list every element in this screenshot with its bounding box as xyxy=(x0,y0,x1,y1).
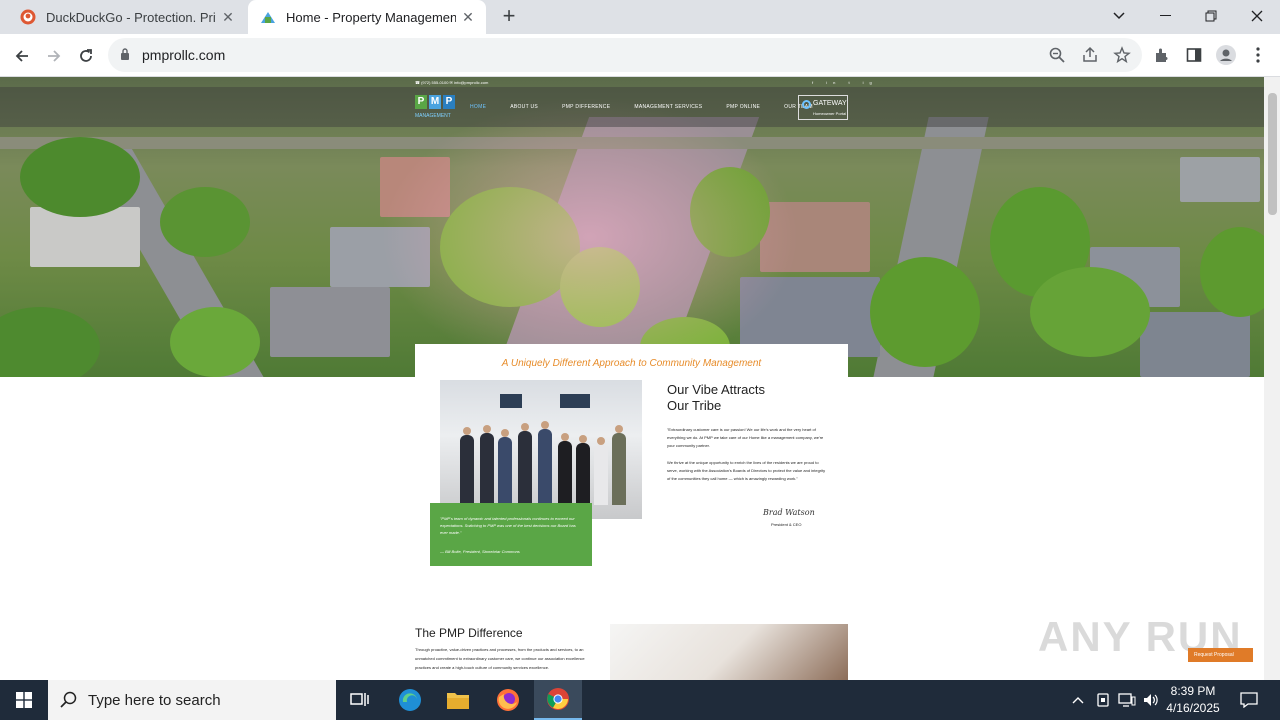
file-explorer-icon[interactable] xyxy=(434,680,482,720)
device-icon[interactable] xyxy=(1092,680,1114,720)
tab-strip: DuckDuckGo - Protection. Privacy ✕ Home … xyxy=(0,0,1280,34)
notifications-icon[interactable] xyxy=(1234,680,1264,720)
close-tab-icon[interactable]: ✕ xyxy=(460,9,476,25)
lock-icon xyxy=(121,48,129,60)
request-proposal-button[interactable]: Request Proposal xyxy=(1188,648,1253,662)
vibe-heading: Our Vibe Attracts Our Tribe xyxy=(667,382,765,414)
screen: DuckDuckGo - Protection. Privacy ✕ Home … xyxy=(0,0,1280,720)
clock-time: 8:39 PM xyxy=(1170,684,1216,698)
house-map-icon xyxy=(261,12,275,23)
web-page: ☎ (972) 555-0100 ✉ info@pmprollc.com f i… xyxy=(0,77,1264,680)
windows-logo-icon xyxy=(16,692,32,708)
show-hidden-icons[interactable] xyxy=(1068,680,1088,720)
restore-button[interactable] xyxy=(1188,0,1234,32)
forward-button[interactable] xyxy=(41,43,67,69)
share-icon[interactable] xyxy=(1081,46,1099,64)
sun-glow xyxy=(380,97,800,377)
nav-pmp-online[interactable]: PMP ONLINE xyxy=(726,104,760,110)
logo-letter: P xyxy=(443,95,455,109)
gateway-title: GATEWAY xyxy=(813,100,847,107)
gateway-subtitle: Homeowner Portal xyxy=(813,111,847,116)
taskbar-clock[interactable]: 8:39 PM 4/16/2025 xyxy=(1158,683,1228,717)
vibe-line-2: Our Tribe xyxy=(667,398,722,413)
vibe-line-1: Our Vibe Attracts xyxy=(667,382,766,397)
back-button[interactable] xyxy=(9,43,35,69)
office-screen xyxy=(560,394,590,408)
firefox-icon[interactable] xyxy=(484,680,532,720)
close-tab-icon[interactable]: ✕ xyxy=(220,9,236,25)
extensions-icon[interactable] xyxy=(1152,45,1172,65)
office-screen xyxy=(500,394,522,408)
difference-photo xyxy=(610,624,848,680)
nav-home[interactable]: HOME xyxy=(470,104,486,110)
nav-management-services[interactable]: MANAGEMENT SERVICES xyxy=(634,104,702,110)
testimonial-quote: "PMP's team of dynamic and talented prof… xyxy=(440,516,576,535)
network-icon[interactable] xyxy=(1116,680,1138,720)
search-placeholder: Type here to search xyxy=(88,692,221,709)
search-icon xyxy=(60,691,77,708)
taskbar-search-box[interactable]: Type here to search xyxy=(48,680,336,720)
reload-button[interactable] xyxy=(73,43,99,69)
tab-property-management[interactable]: Home - Property Management Inc ✕ xyxy=(248,0,486,34)
bookmark-star-icon[interactable] xyxy=(1113,46,1131,64)
team-photo xyxy=(440,380,642,519)
scrollbar-thumb[interactable] xyxy=(1268,93,1277,215)
side-panel-icon[interactable] xyxy=(1184,45,1204,65)
address-bar[interactable]: pmprollc.com xyxy=(108,38,1142,72)
tab-title: DuckDuckGo - Protection. Privacy xyxy=(46,9,216,25)
windows-taskbar: Type here to search 8:39 PM 4/16/2025 xyxy=(0,680,1280,720)
duckduckgo-icon xyxy=(20,9,36,25)
task-view-icon[interactable] xyxy=(336,680,384,720)
edge-browser-icon[interactable] xyxy=(386,680,434,720)
nav-pmp-difference[interactable]: PMP DIFFERENCE xyxy=(562,104,610,110)
tagline: A Uniquely Different Approach to Communi… xyxy=(501,358,762,369)
tab-search-icon[interactable] xyxy=(1096,0,1142,32)
hero-aerial-neighborhood-image: ☎ (972) 555-0100 ✉ info@pmprollc.com f i… xyxy=(0,77,1264,377)
intro-card: A Uniquely Different Approach to Communi… xyxy=(415,344,848,574)
pmp-difference-heading: The PMP Difference xyxy=(415,626,523,640)
minimize-button[interactable] xyxy=(1142,0,1188,32)
intro-paragraph-1: "Extraordinary customer care is our pass… xyxy=(667,427,824,448)
clock-date: 4/16/2025 xyxy=(1166,701,1220,715)
testimonial-box: "PMP's team of dynamic and talented prof… xyxy=(430,503,592,566)
gateway-logo-icon xyxy=(802,100,811,109)
ceo-role: President & CEO xyxy=(771,522,802,527)
start-button[interactable] xyxy=(0,680,48,720)
url-text: pmprollc.com xyxy=(142,47,226,63)
menu-dots-icon[interactable] xyxy=(1248,45,1268,65)
pmp-logo[interactable]: P M P MANAGEMENT xyxy=(415,93,457,123)
pmp-difference-text: Through proactive, value-driven practice… xyxy=(415,647,585,670)
gateway-portal-button[interactable]: GATEWAY Homeowner Portal xyxy=(798,95,848,120)
zoom-icon[interactable] xyxy=(1048,46,1066,64)
tab-title: Home - Property Management Inc xyxy=(286,9,456,25)
profile-avatar-icon[interactable] xyxy=(1216,45,1236,65)
page-scrollbar[interactable] xyxy=(1264,77,1280,680)
contact-info[interactable]: ☎ (972) 555-0100 ✉ info@pmprollc.com xyxy=(415,80,488,85)
logo-subtitle: MANAGEMENT xyxy=(415,113,451,119)
tab-duckduckgo[interactable]: DuckDuckGo - Protection. Privacy ✕ xyxy=(8,0,246,34)
intro-paragraph-2: We thrive at the unique opportunity to e… xyxy=(667,460,826,481)
social-icons[interactable]: f in t ig xyxy=(812,80,878,85)
close-window-button[interactable] xyxy=(1234,0,1280,32)
logo-letter: M xyxy=(429,95,441,109)
site-nav: HOME ABOUT US PMP DIFFERENCE MANAGEMENT … xyxy=(470,104,837,110)
browser-toolbar: pmprollc.com xyxy=(0,34,1280,77)
ceo-signature: Brad Watson xyxy=(763,508,815,517)
nav-about-us[interactable]: ABOUT US xyxy=(510,104,538,110)
testimonial-author: — Bill Bolte, President, Stonebriar Comm… xyxy=(440,549,520,554)
logo-letter: P xyxy=(415,95,427,109)
chrome-icon[interactable] xyxy=(534,680,582,720)
new-tab-button[interactable]: + xyxy=(498,5,520,28)
